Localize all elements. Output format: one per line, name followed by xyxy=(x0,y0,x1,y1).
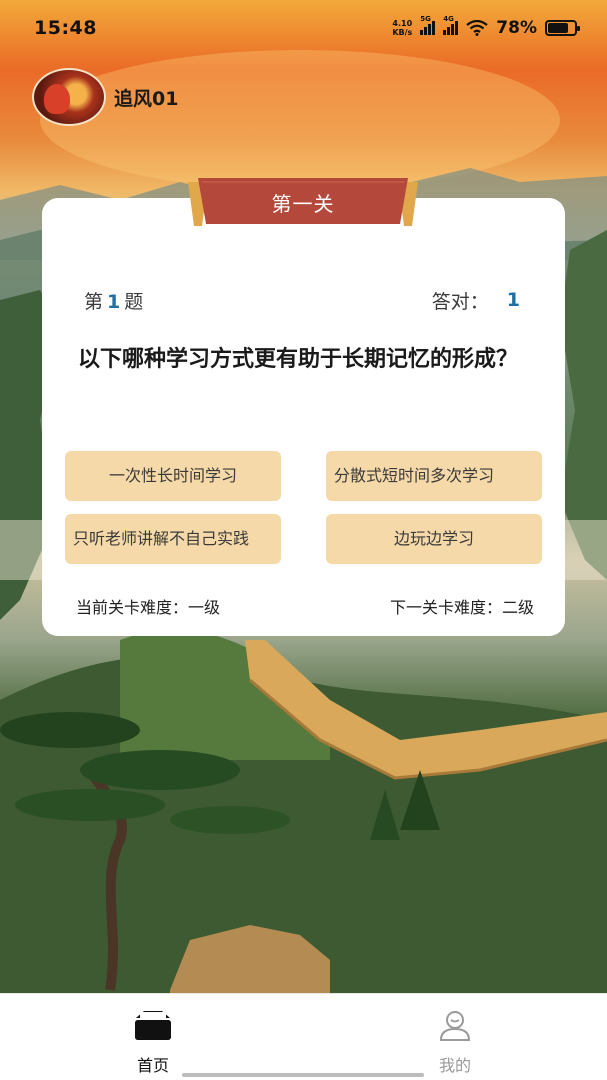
level-title: 第一关 xyxy=(271,191,335,216)
profile-icon xyxy=(434,1008,476,1042)
answer-option-1[interactable]: 一次性长时间学习 xyxy=(65,451,281,501)
cellular-signal-icon: 5G xyxy=(420,15,436,35)
next-difficulty: 下一关卡难度：二级 xyxy=(389,598,534,617)
status-indicators: 4.10 KB/s 5G 4G 78% xyxy=(392,15,580,38)
answer-option-4[interactable]: 边玩边学习 xyxy=(326,514,542,564)
question-text: 以下哪种学习方式更有助于长期记忆的形成？ xyxy=(78,347,519,372)
correct-counter: 答对： 1 xyxy=(431,289,520,313)
cellular-signal-icon: 4G xyxy=(443,15,459,35)
avatar[interactable] xyxy=(32,68,106,126)
user-header: 追风01 xyxy=(32,68,178,126)
battery-percent: 78% xyxy=(496,18,537,38)
quiz-card xyxy=(42,198,565,636)
level-ribbon: 第一关 xyxy=(188,178,418,228)
home-icon xyxy=(132,1008,174,1042)
question-counter: 第1题 xyxy=(84,290,144,313)
battery-icon xyxy=(545,20,580,36)
status-bar: 15:48 4.10 KB/s 5G 4G 78% xyxy=(0,0,607,56)
bottom-tab-bar: 首页 我的 xyxy=(0,993,607,1080)
status-time: 15:48 xyxy=(34,17,97,39)
username: 追风01 xyxy=(114,87,179,110)
current-difficulty: 当前关卡难度：一级 xyxy=(76,598,221,617)
wifi-icon xyxy=(466,20,488,36)
home-indicator xyxy=(182,1073,424,1077)
network-speed: 4.10 KB/s xyxy=(392,19,413,37)
difficulty-row: 当前关卡难度：一级 下一关卡难度：二级 xyxy=(76,594,534,618)
answer-option-2[interactable]: 分散式短时间多次学习 xyxy=(326,451,542,501)
battery-fill xyxy=(548,23,568,33)
question-info-row: 第1题 答对： 1 xyxy=(84,286,524,314)
tab-home[interactable]: 首页 xyxy=(108,1008,198,1076)
answer-option-3[interactable]: 只听老师讲解不自己实践 xyxy=(65,514,281,564)
tab-mine[interactable]: 我的 xyxy=(410,1008,500,1076)
